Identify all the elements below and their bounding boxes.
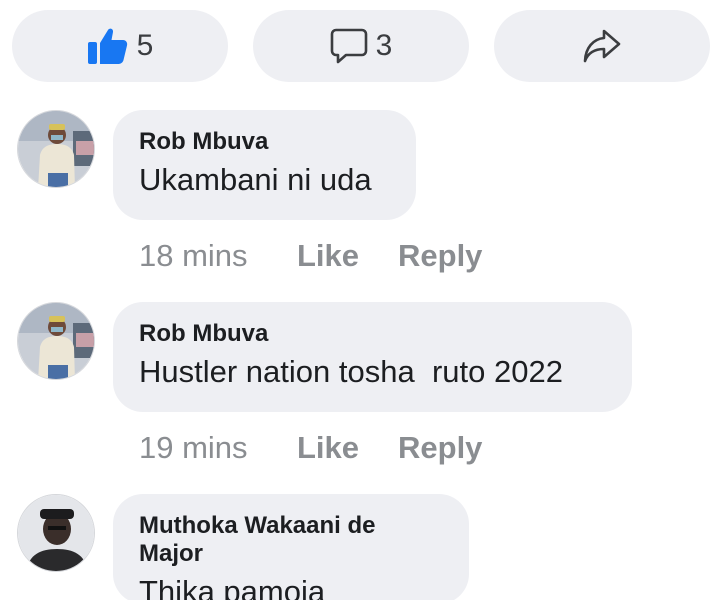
- avatar[interactable]: [17, 494, 95, 572]
- comment-text: Ukambani ni uda: [139, 162, 372, 197]
- comment-author[interactable]: Rob Mbuva: [139, 128, 390, 156]
- like-count: 5: [136, 29, 154, 62]
- avatar[interactable]: [17, 110, 95, 188]
- comment-like-link[interactable]: Like: [297, 430, 398, 466]
- comment-bubble: Muthoka Wakaani de Major Thika pamoja: [113, 494, 469, 600]
- comment-like-link[interactable]: Like: [297, 238, 398, 274]
- comment-timestamp: 19 mins: [139, 430, 248, 465]
- post-action-bar: 5 3: [12, 10, 710, 82]
- like-button[interactable]: 5: [12, 10, 228, 82]
- comment-bubble: Rob Mbuva Hustler nation tosha ruto 2022: [113, 302, 632, 412]
- thumbs-up-icon: [87, 26, 129, 66]
- comment-section: 5 3 Rob Mbuva Ukambani ni uda 18 mins Li…: [0, 0, 720, 600]
- avatar[interactable]: [17, 302, 95, 380]
- comment-count: 3: [375, 29, 393, 62]
- comment-button[interactable]: 3: [253, 10, 469, 82]
- comment-meta: 19 mins Like Reply: [139, 428, 482, 468]
- comment-timestamp: 18 mins: [139, 238, 248, 273]
- comment-text: Thika pamoja: [139, 574, 326, 600]
- comment-author[interactable]: Rob Mbuva: [139, 320, 606, 348]
- comment-meta: 18 mins Like Reply: [139, 236, 482, 276]
- comment-bubble: Rob Mbuva Ukambani ni uda: [113, 110, 416, 220]
- comment-reply-link[interactable]: Reply: [398, 238, 482, 274]
- share-button[interactable]: [494, 10, 710, 82]
- share-arrow-icon: [582, 28, 622, 64]
- comment-reply-link[interactable]: Reply: [398, 430, 482, 466]
- comment-author[interactable]: Muthoka Wakaani de Major: [139, 512, 443, 568]
- speech-bubble-icon: [330, 27, 368, 65]
- comment-text: Hustler nation tosha ruto 2022: [139, 354, 563, 389]
